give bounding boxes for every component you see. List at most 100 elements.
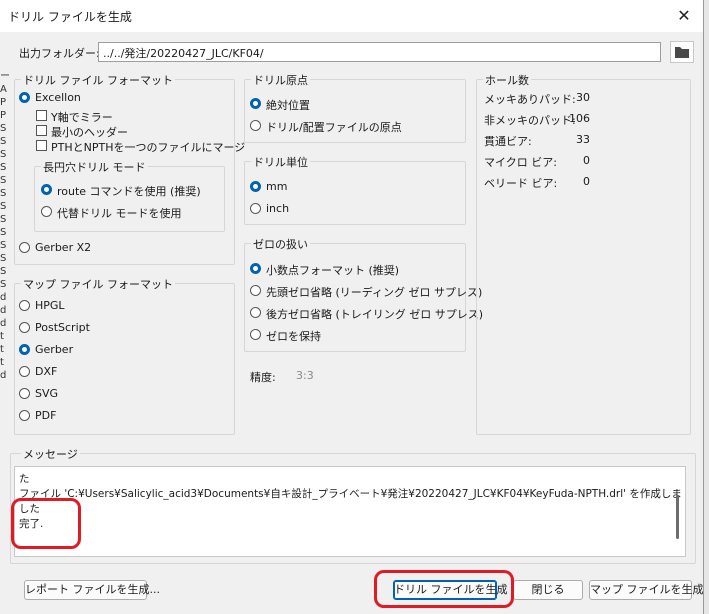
background-letter: S <box>0 201 7 212</box>
map-format-label-postscript: PostScript <box>35 321 90 334</box>
message-line: ファイル 'C:¥Users¥Salicylic_acid3¥Documents… <box>19 488 682 500</box>
min-header-label: 最小のヘッダー <box>51 126 128 139</box>
map-format-title: マップ ファイル フォーマット <box>21 276 175 292</box>
background-letter: d <box>0 305 7 316</box>
window-title: ドリル ファイルを生成 <box>8 10 132 24</box>
keep-zeros-label: ゼロを保持 <box>266 330 321 343</box>
drill-origin-title: ドリル原点 <box>251 72 310 88</box>
background-window-edge: ーAPPSSSSSSSSSSSSSdddtttd <box>0 70 9 382</box>
route-command-label: route コマンドを使用 (推奨) <box>57 185 201 198</box>
hole-count-label: ベリード ビア: <box>484 177 558 190</box>
alt-drill-mode-radio[interactable] <box>41 206 52 217</box>
excellon-radio[interactable] <box>19 92 30 103</box>
min-header-checkbox[interactable] <box>36 125 47 136</box>
mm-radio[interactable] <box>250 181 261 192</box>
background-letter: S <box>0 149 7 160</box>
hole-count-label: マイクロ ビア: <box>484 156 557 169</box>
close-button[interactable]: 閉じる <box>513 580 583 600</box>
hole-count-value: 0 <box>583 175 590 188</box>
mm-label: mm <box>266 180 288 193</box>
message-line: た <box>19 473 30 485</box>
generate-report-button[interactable]: レポート ファイルを生成... <box>24 580 160 600</box>
map-format-label-pdf: PDF <box>35 409 57 422</box>
mirror-y-checkbox[interactable] <box>36 110 47 121</box>
drill-units-group <box>244 161 466 225</box>
background-window-edge-right <box>704 0 709 614</box>
background-letter: d <box>0 318 7 329</box>
precision-value: 3:3 <box>296 369 314 382</box>
background-letter: S <box>0 175 7 186</box>
oval-mode-title: 長円穴ドリル モード <box>41 159 148 175</box>
merge-pth-npth-checkbox[interactable] <box>36 140 47 151</box>
keep-zeros-radio[interactable] <box>250 329 261 340</box>
aux-origin-radio[interactable] <box>250 120 261 131</box>
hole-counts-title: ホール数 <box>483 72 531 88</box>
map-format-radio-postscript[interactable] <box>19 322 30 333</box>
background-letter: P <box>0 110 7 121</box>
background-letter: ー <box>0 71 9 82</box>
absolute-origin-label: 絶対位置 <box>266 99 310 112</box>
map-format-label-svg: SVG <box>35 387 59 400</box>
background-letter: A <box>0 84 7 95</box>
background-letter: S <box>0 214 7 225</box>
mirror-y-label: Y軸でミラー <box>51 111 113 124</box>
background-letter: t <box>0 344 4 355</box>
drill-format-title: ドリル ファイル フォーマット <box>21 72 175 88</box>
folder-icon <box>675 47 689 58</box>
background-letter: t <box>0 331 4 342</box>
background-letter: S <box>0 227 7 238</box>
map-format-radio-gerber[interactable] <box>19 344 30 355</box>
drill-dialog: ドリル ファイルを生成 ✕ ーAPPSSSSSSSSSSSSSdddtttd 出… <box>0 0 704 614</box>
messages-textbox[interactable]: たファイル 'C:¥Users¥Salicylic_acid3¥Document… <box>14 466 686 557</box>
map-format-radio-pdf[interactable] <box>19 410 30 421</box>
hole-count-value: 0 <box>583 154 590 167</box>
map-format-label-hpgl: HPGL <box>35 299 65 312</box>
messages-scrollbar[interactable] <box>676 495 679 539</box>
annotation-highlight-drill-button <box>374 570 514 608</box>
map-format-radio-hpgl[interactable] <box>19 300 30 311</box>
background-letter: S <box>0 136 7 147</box>
merge-pth-npth-label: PTHとNPTHを一つのファイルにマージ <box>51 141 246 154</box>
absolute-origin-radio[interactable] <box>250 98 261 109</box>
aux-origin-label: ドリル/配置ファイルの原点 <box>266 121 402 134</box>
background-letter: S <box>0 188 7 199</box>
background-letter: d <box>0 370 7 381</box>
background-letter: S <box>0 253 7 264</box>
map-format-label-gerber: Gerber <box>35 343 74 356</box>
title-bar: ドリル ファイルを生成 ✕ <box>0 0 703 32</box>
background-letter: d <box>0 292 7 303</box>
gerber-x2-radio[interactable] <box>19 242 30 253</box>
background-letter: S <box>0 266 7 277</box>
oval-mode-group <box>34 166 225 232</box>
decimal-format-label: 小数点フォーマット (推奨) <box>266 264 400 277</box>
close-icon[interactable]: ✕ <box>666 2 702 30</box>
generate-map-file-button[interactable]: マップ ファイルを生成 <box>589 580 704 600</box>
suppress-leading-label: 先頭ゼロ省略 (リーディング ゼロ サプレス) <box>266 286 483 299</box>
map-format-radio-svg[interactable] <box>19 388 30 399</box>
annotation-highlight-done <box>11 498 81 549</box>
background-letter: S <box>0 279 7 290</box>
browse-folder-button[interactable] <box>670 41 694 63</box>
zeros-title: ゼロの扱い <box>251 236 310 252</box>
map-format-label-dxf: DXF <box>35 365 58 378</box>
hole-count-value: 33 <box>576 133 590 146</box>
inch-label: inch <box>266 202 290 215</box>
suppress-trailing-radio[interactable] <box>250 307 261 318</box>
background-letter: S <box>0 240 7 251</box>
precision-label: 精度: <box>250 371 276 384</box>
alt-drill-mode-label: 代替ドリル モードを使用 <box>57 207 182 220</box>
output-folder-input[interactable]: ../../発注/20220427_JLC/KF04/ <box>98 42 661 62</box>
gerber-x2-label: Gerber X2 <box>35 241 92 254</box>
decimal-format-radio[interactable] <box>250 263 261 274</box>
background-letter: t <box>0 357 4 368</box>
inch-radio[interactable] <box>250 203 261 214</box>
background-letter: P <box>0 97 7 108</box>
hole-count-value: 106 <box>569 112 590 125</box>
messages-title: メッセージ <box>21 446 80 462</box>
drill-units-title: ドリル単位 <box>251 154 310 170</box>
route-command-radio[interactable] <box>41 184 52 195</box>
map-format-radio-dxf[interactable] <box>19 366 30 377</box>
suppress-leading-radio[interactable] <box>250 285 261 296</box>
hole-count-value: 30 <box>576 91 590 104</box>
output-folder-label: 出力フォルダー: <box>19 47 100 60</box>
